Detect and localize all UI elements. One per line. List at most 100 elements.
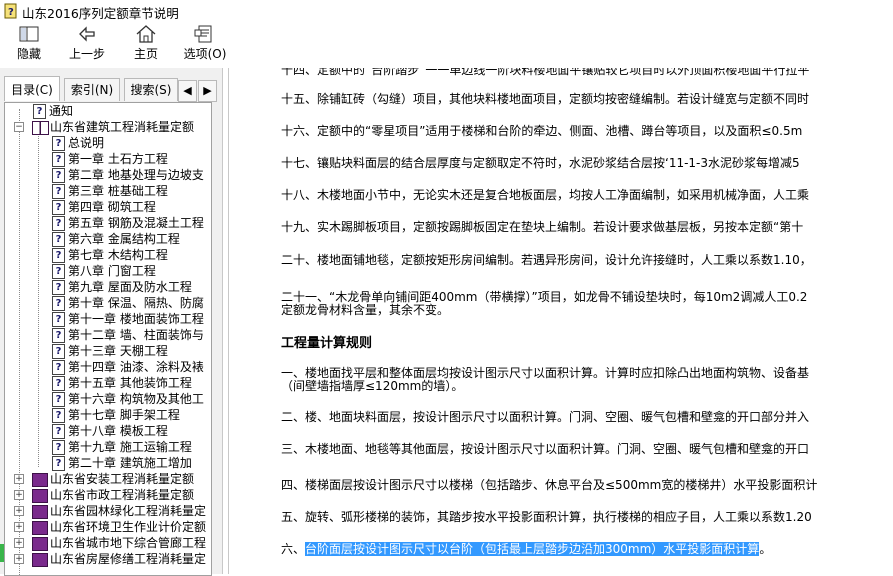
rule-2: 二、楼、地面块料面层，按设计图示尺寸以面积计算。门洞、空圈、暖气包槽和壁龛的开口… [281, 410, 810, 424]
closed-book-icon [32, 537, 48, 551]
tab-scroll-left-button[interactable]: ◀ [178, 80, 197, 102]
tab-contents[interactable]: 目录(C) [4, 76, 60, 101]
help-topic-icon: ? [52, 360, 65, 375]
tree-item-notice[interactable]: ? 通知 [5, 103, 211, 119]
hide-button[interactable]: 隐藏 [8, 24, 50, 64]
closed-book-icon [32, 553, 48, 567]
help-topic-icon: ? [52, 280, 65, 295]
tree-item-chapter[interactable]: ? 第十八章 模板工程 [5, 423, 211, 439]
tree-item-chapter[interactable]: ? 第五章 钢筋及混凝土工程 [5, 215, 211, 231]
help-topic-icon: ? [52, 424, 65, 439]
help-topic-icon: ? [33, 104, 46, 119]
paragraph-21-line2: 定额龙骨材料含量，其余不变。 [281, 303, 450, 317]
help-topic-icon: ? [52, 440, 65, 455]
tree-item-building[interactable]: − 山东省建筑工程消耗量定额 [5, 119, 211, 135]
tree-item-book[interactable]: + 山东省房屋修缮工程消耗量定 [5, 551, 211, 567]
help-topic-icon: ? [52, 312, 65, 327]
back-arrow-icon [79, 26, 95, 42]
home-icon [136, 25, 156, 43]
navigation-pane: 目录(C) 索引(N) 搜索(S) ◀ ▶ ? 通知 − 山东省建筑工程消耗量定… [0, 68, 223, 576]
tree-item-chapter[interactable]: ? 第九章 屋面及防水工程 [5, 279, 211, 295]
paragraph-19: 十九、实木踢脚板项目，定额按踢脚板固定在垫块上编制。若设计要求做基层板，另按本定… [281, 220, 804, 234]
options-button[interactable]: 选项(O) [180, 24, 230, 64]
help-topic-icon: ? [52, 232, 65, 247]
help-topic-icon: ? [52, 296, 65, 311]
rule-6: 六、台阶面层按设计图示尺寸以台阶（包括最上层踏步边沿加300mm）水平投影面积计… [281, 542, 772, 556]
contents-tree[interactable]: ? 通知 − 山东省建筑工程消耗量定额 ? 总说明? 第一章 土石方工程? 第二章 地… [4, 102, 212, 576]
tree-item-chapter[interactable]: ? 第二十章 建筑施工增加 [5, 455, 211, 471]
rule-3: 三、木楼地面、地毯等其他面层，按设计图示尺寸以面积计算。门洞、空圈、暖气包槽和壁… [281, 442, 810, 456]
help-topic-icon: ? [52, 216, 65, 231]
tree-item-chapter[interactable]: ? 第十一章 楼地面装饰工程 [5, 311, 211, 327]
help-topic-icon: ? [52, 456, 65, 471]
tree-item-chapter[interactable]: ? 第十七章 脚手架工程 [5, 407, 211, 423]
help-topic-icon: ? [52, 376, 65, 391]
tree-item-chapter[interactable]: ? 总说明 [5, 135, 211, 151]
tree-item-chapter[interactable]: ? 第二章 地基处理与边坡支 [5, 167, 211, 183]
help-topic-icon: ? [52, 248, 65, 263]
expand-icon[interactable]: + [14, 538, 24, 548]
help-topic-icon: ? [52, 168, 65, 183]
tree-item-book[interactable]: + 山东省城市地下综合管廊工程 [5, 535, 211, 551]
closed-book-icon [32, 505, 48, 519]
svg-text:?: ? [8, 7, 14, 18]
help-topic-icon: ? [52, 328, 65, 343]
rule-1-line2: （间壁墙指墙厚≤120mm的墙）。 [281, 379, 464, 393]
closed-book-icon [32, 521, 48, 535]
closed-book-icon [32, 473, 48, 487]
help-topic-icon: ? [52, 136, 65, 151]
back-button[interactable]: 上一步 [64, 24, 110, 64]
help-topic-icon: ? [52, 344, 65, 359]
tree-item-chapter[interactable]: ? 第十二章 墙、柱面装饰与 [5, 327, 211, 343]
tree-item-chapter[interactable]: ? 第六章 金属结构工程 [5, 231, 211, 247]
home-button[interactable]: 主页 [126, 24, 166, 64]
expand-icon[interactable]: + [14, 474, 24, 484]
expand-icon[interactable]: + [14, 522, 24, 532]
tab-scroll-right-button[interactable]: ▶ [198, 80, 217, 102]
scroll-indicator [0, 534, 4, 574]
collapse-icon[interactable]: − [14, 122, 24, 132]
tree-item-chapter[interactable]: ? 第十五章 其他装饰工程 [5, 375, 211, 391]
help-topic-icon: ? [52, 200, 65, 215]
chevron-left-icon: ◀ [183, 84, 192, 97]
topic-content: 十四、定额中的“台阶踏步”一一单边线一阶块料楼地面平镶贴较它项目时以外顶面积楼地… [228, 68, 893, 574]
expand-icon[interactable]: + [14, 490, 24, 500]
section-heading: 工程量计算规则 [281, 336, 373, 351]
selected-text[interactable]: 台阶面层按设计图示尺寸以台阶（包括最上层踏步边沿加300mm）水平投影面积计算 [305, 542, 760, 556]
paragraph-20: 二十、楼地面铺地毯，定额按矩形房间编制。若遇异形房间，设计允许接缝时，人工乘以系… [281, 253, 812, 267]
window-title: 山东2016序列定额章节说明 [22, 6, 179, 21]
help-topic-icon: ? [52, 392, 65, 407]
paragraph-16: 十六、定额中的“零星项目”适用于楼梯和台阶的牵边、侧面、池槽、蹲台等项目，以及面… [281, 124, 803, 138]
tree-item-chapter[interactable]: ? 第七章 木结构工程 [5, 247, 211, 263]
tree-item-chapter[interactable]: ? 第八章 门窗工程 [5, 263, 211, 279]
nav-tabs: 目录(C) 索引(N) 搜索(S) ◀ ▶ [0, 76, 222, 102]
tree-item-chapter[interactable]: ? 第十六章 构筑物及其他工 [5, 391, 211, 407]
rule-5: 五、旋转、弧形楼梯的装饰，其踏步按水平投影面积计算，执行楼梯的相应子目，人工乘以… [281, 510, 812, 524]
options-icon [194, 25, 212, 43]
help-topic-icon: ? [52, 264, 65, 279]
tree-item-chapter[interactable]: ? 第三章 桩基础工程 [5, 183, 211, 199]
tree-item-chapter[interactable]: ? 第四章 砌筑工程 [5, 199, 211, 215]
paragraph-15: 十五、除铺缸砖（勾缝）项目，其他块料楼地面项目，定额均按密缝编制。若设计缝宽与定… [281, 92, 810, 106]
help-topic-icon: ? [52, 184, 65, 199]
tree-item-chapter[interactable]: ? 第十章 保温、隔热、防腐 [5, 295, 211, 311]
paragraph-14-partial: 十四、定额中的“台阶踏步”一一单边线一阶块料楼地面平镶贴较它项目时以外顶面积楼地… [281, 68, 810, 77]
tree-item-chapter[interactable]: ? 第十四章 油漆、涂料及裱 [5, 359, 211, 375]
open-book-icon [32, 121, 49, 135]
tree-item-book[interactable]: + 山东省市政工程消耗量定额 [5, 487, 211, 503]
tab-index[interactable]: 索引(N) [64, 78, 120, 101]
tree-item-book[interactable]: + 山东省安装工程消耗量定额 [5, 471, 211, 487]
tree-item-book[interactable]: + 山东省环境卫生作业计价定额 [5, 519, 211, 535]
paragraph-18: 十八、木楼地面小节中，无论实木还是复合地板面层，均按人工净面编制，如采用机械净面… [281, 188, 810, 202]
help-topic-icon: ? [52, 152, 65, 167]
tree-item-book[interactable]: + 山东省园林绿化工程消耗量定 [5, 503, 211, 519]
tab-search[interactable]: 搜索(S) [124, 78, 178, 101]
chevron-right-icon: ▶ [203, 84, 212, 97]
expand-icon[interactable]: + [14, 506, 24, 516]
closed-book-icon [32, 489, 48, 503]
tree-item-chapter[interactable]: ? 第一章 土石方工程 [5, 151, 211, 167]
tree-item-chapter[interactable]: ? 第十九章 施工运输工程 [5, 439, 211, 455]
expand-icon[interactable]: + [14, 554, 24, 564]
tree-item-chapter[interactable]: ? 第十三章 天棚工程 [5, 343, 211, 359]
help-book-icon: ? [4, 3, 17, 19]
